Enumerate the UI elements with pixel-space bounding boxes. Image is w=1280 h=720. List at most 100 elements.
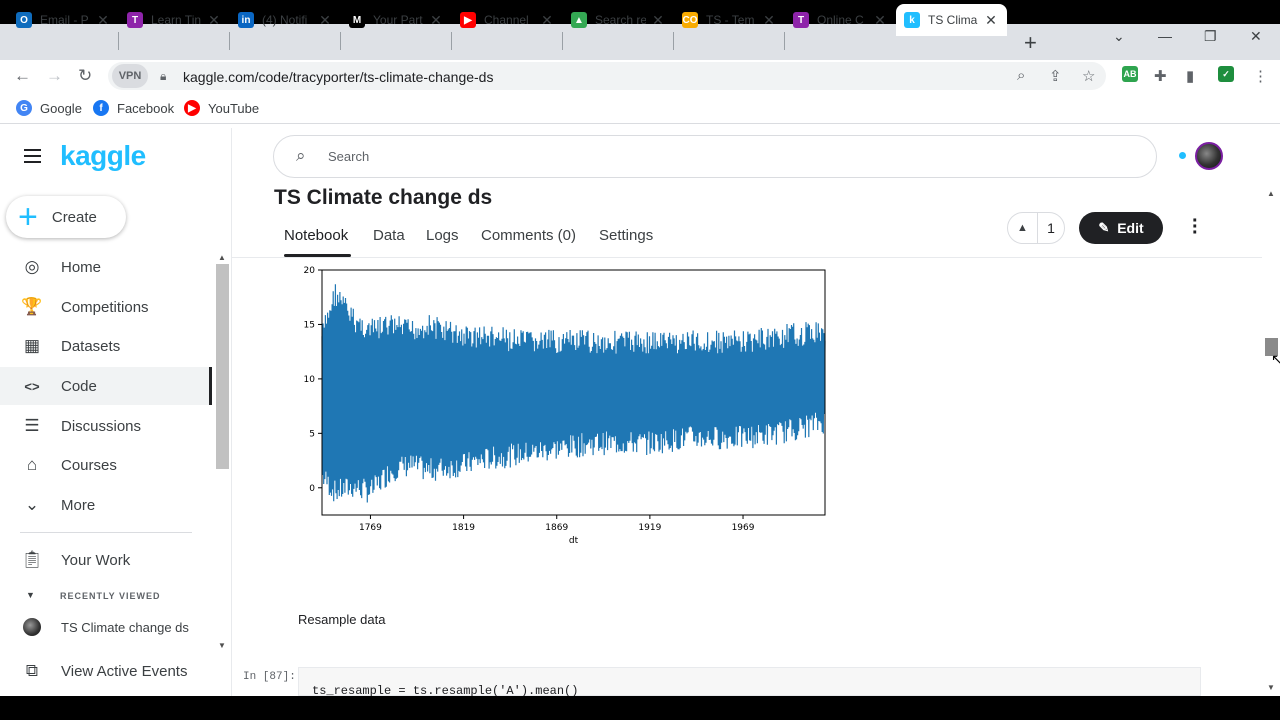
upvote-control[interactable]: ▲ 1 — [1007, 212, 1065, 244]
tab-separator — [229, 32, 230, 50]
bookmark-star-icon[interactable]: ☆ — [1082, 67, 1095, 85]
tab-notebook[interactable]: Notebook — [284, 227, 348, 244]
search-input[interactable]: ⌕ Search — [273, 135, 1157, 178]
shield-icon[interactable]: ✓ — [1218, 66, 1234, 82]
view-active-events-item[interactable]: ⧉ View Active Events — [0, 652, 212, 690]
close-icon[interactable]: ✕ — [95, 12, 111, 29]
browser-tab-label: Your Part — [373, 13, 423, 27]
tab-separator — [673, 32, 674, 50]
main-scroll-up-icon[interactable]: ▲ — [1267, 189, 1275, 198]
side-panel-icon[interactable]: ▮ — [1186, 67, 1194, 85]
extensions-puzzle-icon[interactable]: ✚ — [1154, 67, 1167, 85]
x-tick-label: 1919 — [638, 523, 661, 533]
more-options-icon[interactable]: · · · — [1192, 211, 1199, 243]
forward-icon[interactable]: → — [46, 66, 63, 86]
recent-item[interactable]: TS Climate change ds — [0, 608, 212, 646]
close-window-button[interactable]: ✕ — [1250, 28, 1262, 45]
your-work-item[interactable]: 📋︎ Your Work — [0, 541, 212, 579]
browser-tab-label: Learn Tin — [151, 13, 202, 27]
browser-tab[interactable]: k TS Clima ✕ — [896, 4, 1007, 36]
browser-tab[interactable]: O Email - P ✕ — [8, 4, 119, 36]
pencil-icon: ✎ — [1098, 220, 1110, 235]
vpn-badge[interactable]: VPN — [112, 64, 148, 88]
browser-menu-icon[interactable]: ⋮ — [1253, 67, 1268, 85]
new-tab-button[interactable]: + — [1024, 30, 1037, 56]
edit-button[interactable]: ✎ Edit — [1079, 212, 1163, 244]
browser-tab-label: Online C — [817, 13, 864, 27]
browser-tab[interactable]: in (4) Notifi ✕ — [230, 4, 341, 36]
zoom-icon[interactable]: ⌕ — [1017, 67, 1025, 84]
medium-icon: M — [349, 12, 365, 28]
lock-icon[interactable]: 🔒︎ — [160, 69, 166, 84]
browser-tab[interactable]: CO TS - Tem ✕ — [674, 4, 785, 36]
close-icon[interactable]: ✕ — [650, 12, 666, 29]
sidebar-scroll-up-icon[interactable]: ▲ — [218, 253, 226, 262]
url-text[interactable]: kaggle.com/code/tracyporter/ts-climate-c… — [183, 69, 493, 85]
sidebar-item-home[interactable]: ◎ Home — [0, 248, 212, 286]
reload-icon[interactable]: ↻ — [78, 66, 92, 86]
browser-tab[interactable]: ▶ Channel ✕ — [452, 4, 563, 36]
sidebar-scroll-down-icon[interactable]: ▼ — [218, 641, 226, 650]
sidebar-item-discussions[interactable]: ☰ Discussions — [0, 407, 212, 445]
browser-tab[interactable]: ▲ Search re ✕ — [563, 4, 674, 36]
sidebar-item-datasets[interactable]: ▦ Datasets — [0, 327, 212, 365]
tab-settings[interactable]: Settings — [599, 227, 653, 244]
share-icon[interactable]: ⇪ — [1049, 67, 1062, 85]
x-tick-label: 1869 — [545, 523, 568, 533]
markdown-cell-text: Resample data — [298, 612, 386, 627]
tab-data[interactable]: Data — [373, 227, 405, 244]
series-line — [321, 284, 826, 503]
close-icon[interactable]: ✕ — [317, 12, 333, 29]
x-tick-label: 1769 — [359, 523, 382, 533]
x-tick-label: 1819 — [452, 523, 475, 533]
y-tick-label: 0 — [309, 484, 315, 494]
tab-separator — [784, 32, 785, 50]
tab-search-icon[interactable]: ⌄ — [1113, 28, 1125, 45]
learn-icon: T — [127, 12, 143, 28]
hamburger-menu-icon[interactable] — [24, 149, 41, 167]
notification-dot — [1179, 152, 1186, 159]
close-icon[interactable]: ✕ — [761, 12, 777, 29]
close-icon[interactable]: ✕ — [428, 12, 444, 29]
y-tick-label: 20 — [304, 266, 316, 276]
bottom-black-bar — [0, 696, 1280, 720]
sidebar-scrollbar-thumb[interactable] — [216, 264, 229, 469]
browser-tab[interactable]: T Online C ✕ — [785, 4, 896, 36]
close-icon[interactable]: ✕ — [983, 12, 999, 29]
page-title: TS Climate change ds — [274, 186, 493, 209]
sidebar-item-courses[interactable]: ⌂ Courses — [0, 446, 212, 484]
create-button[interactable]: + Create — [6, 196, 126, 238]
adblock-icon[interactable]: AB — [1122, 66, 1138, 82]
browser-tab-label: TS - Tem — [706, 13, 755, 27]
sidebar-item-more[interactable]: ⌄ More — [0, 486, 212, 524]
browser-tab[interactable]: M Your Part ✕ — [341, 4, 452, 36]
screen: O Email - P ✕ T Learn Tin ✕ in (4) Notifi ✕ M Your… — [0, 0, 1280, 720]
youtube-icon: ▶ — [184, 100, 200, 116]
sidebar-item-competitions[interactable]: 🏆 Competitions — [0, 288, 212, 326]
search-placeholder: Search — [328, 149, 370, 164]
main-scroll-down-icon[interactable]: ▼ — [1267, 683, 1275, 692]
browser-tab[interactable]: T Learn Tin ✕ — [119, 4, 230, 36]
bookmark-youtube[interactable]: ▶ YouTube — [184, 100, 259, 116]
close-icon[interactable]: ✕ — [539, 12, 555, 29]
sidebar-item-label: Courses — [61, 456, 117, 474]
recently-viewed-heading: RECENTLY VIEWED — [60, 591, 161, 601]
sidebar-item-code[interactable]: <> Code — [0, 367, 212, 405]
kaggle-logo[interactable]: kaggle — [60, 140, 146, 172]
collapse-arrow-icon[interactable]: ▼ — [26, 590, 35, 600]
close-icon[interactable]: ✕ — [872, 12, 888, 29]
user-avatar[interactable] — [1195, 142, 1223, 170]
bookmark-facebook[interactable]: f Facebook — [93, 100, 174, 116]
mouse-cursor-icon: ↖ — [1271, 351, 1280, 367]
tab-comments[interactable]: Comments (0) — [481, 227, 576, 244]
minimize-button[interactable]: — — [1158, 28, 1172, 44]
upvote-arrow-icon[interactable]: ▲ — [1008, 213, 1038, 243]
close-icon[interactable]: ✕ — [206, 12, 222, 29]
cell-prompt: In [87]: — [243, 671, 296, 683]
tab-logs[interactable]: Logs — [426, 227, 459, 244]
bookmark-google[interactable]: G Google — [16, 100, 82, 116]
sidebar-item-label: Datasets — [61, 337, 121, 355]
back-icon[interactable]: ← — [14, 66, 31, 86]
view-active-events-label: View Active Events — [61, 662, 188, 680]
restore-button[interactable]: ❐ — [1204, 28, 1217, 45]
